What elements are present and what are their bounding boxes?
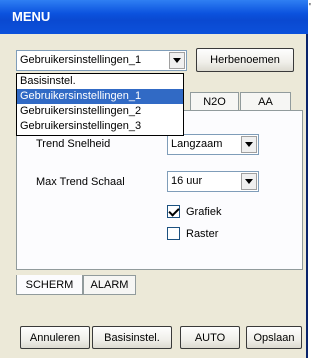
max-trend-scale-value: 16 uur: [171, 175, 203, 187]
profile-option[interactable]: Basisinstel.: [17, 74, 183, 89]
tab-n2o-label: N2O: [203, 96, 226, 108]
tab-aa-label: AA: [258, 96, 273, 108]
tab-n2o[interactable]: N2O: [190, 92, 239, 111]
tab-screen[interactable]: SCHERM: [16, 275, 83, 295]
menu-window: MENU Gebruikersinstellingen_1 Herbenoeme…: [0, 0, 308, 358]
rename-button[interactable]: Herbenoemen: [196, 48, 294, 72]
tab-aa[interactable]: AA: [240, 92, 291, 111]
max-trend-scale-select[interactable]: 16 uur: [167, 171, 259, 192]
tab-alarm-label: ALARM: [90, 279, 129, 291]
trend-speed-value: Langzaam: [171, 138, 223, 150]
profile-dropdown-list: Basisinstel. Gebruikersinstellingen_1 Ge…: [16, 73, 184, 136]
profile-option[interactable]: Gebruikersinstellingen_3: [17, 119, 183, 134]
graph-label: Grafiek: [186, 206, 222, 218]
grid-checkbox[interactable]: [167, 227, 180, 240]
tab-screen-label: SCHERM: [25, 278, 74, 291]
tab-alarm[interactable]: ALARM: [83, 275, 136, 295]
profile-option[interactable]: Gebruikersinstellingen_2: [17, 104, 183, 119]
profile-option-selected[interactable]: Gebruikersinstellingen_1: [17, 89, 183, 104]
profile-select[interactable]: Gebruikersinstellingen_1: [16, 50, 187, 71]
save-button[interactable]: Opslaan: [246, 326, 302, 349]
chevron-down-icon[interactable]: [241, 173, 257, 190]
max-trend-scale-label: Max Trend Schaal: [36, 176, 125, 188]
window-title: MENU: [12, 9, 51, 24]
chevron-down-icon[interactable]: [241, 136, 257, 153]
edge-mark: ': [309, 2, 311, 13]
cancel-button[interactable]: Annuleren: [20, 326, 90, 349]
chevron-down-icon[interactable]: [169, 52, 185, 69]
auto-button[interactable]: AUTO: [180, 326, 240, 349]
edge-strip: ': [308, 0, 313, 34]
title-bar[interactable]: MENU: [0, 0, 308, 34]
graph-checkbox[interactable]: [167, 205, 180, 218]
trend-speed-label: Trend Snelheid: [36, 138, 111, 150]
trend-speed-select[interactable]: Langzaam: [167, 134, 259, 155]
defaults-button[interactable]: Basisinstel.: [92, 326, 172, 349]
profile-select-value: Gebruikersinstellingen_1: [20, 54, 142, 66]
grid-label: Raster: [186, 228, 219, 240]
